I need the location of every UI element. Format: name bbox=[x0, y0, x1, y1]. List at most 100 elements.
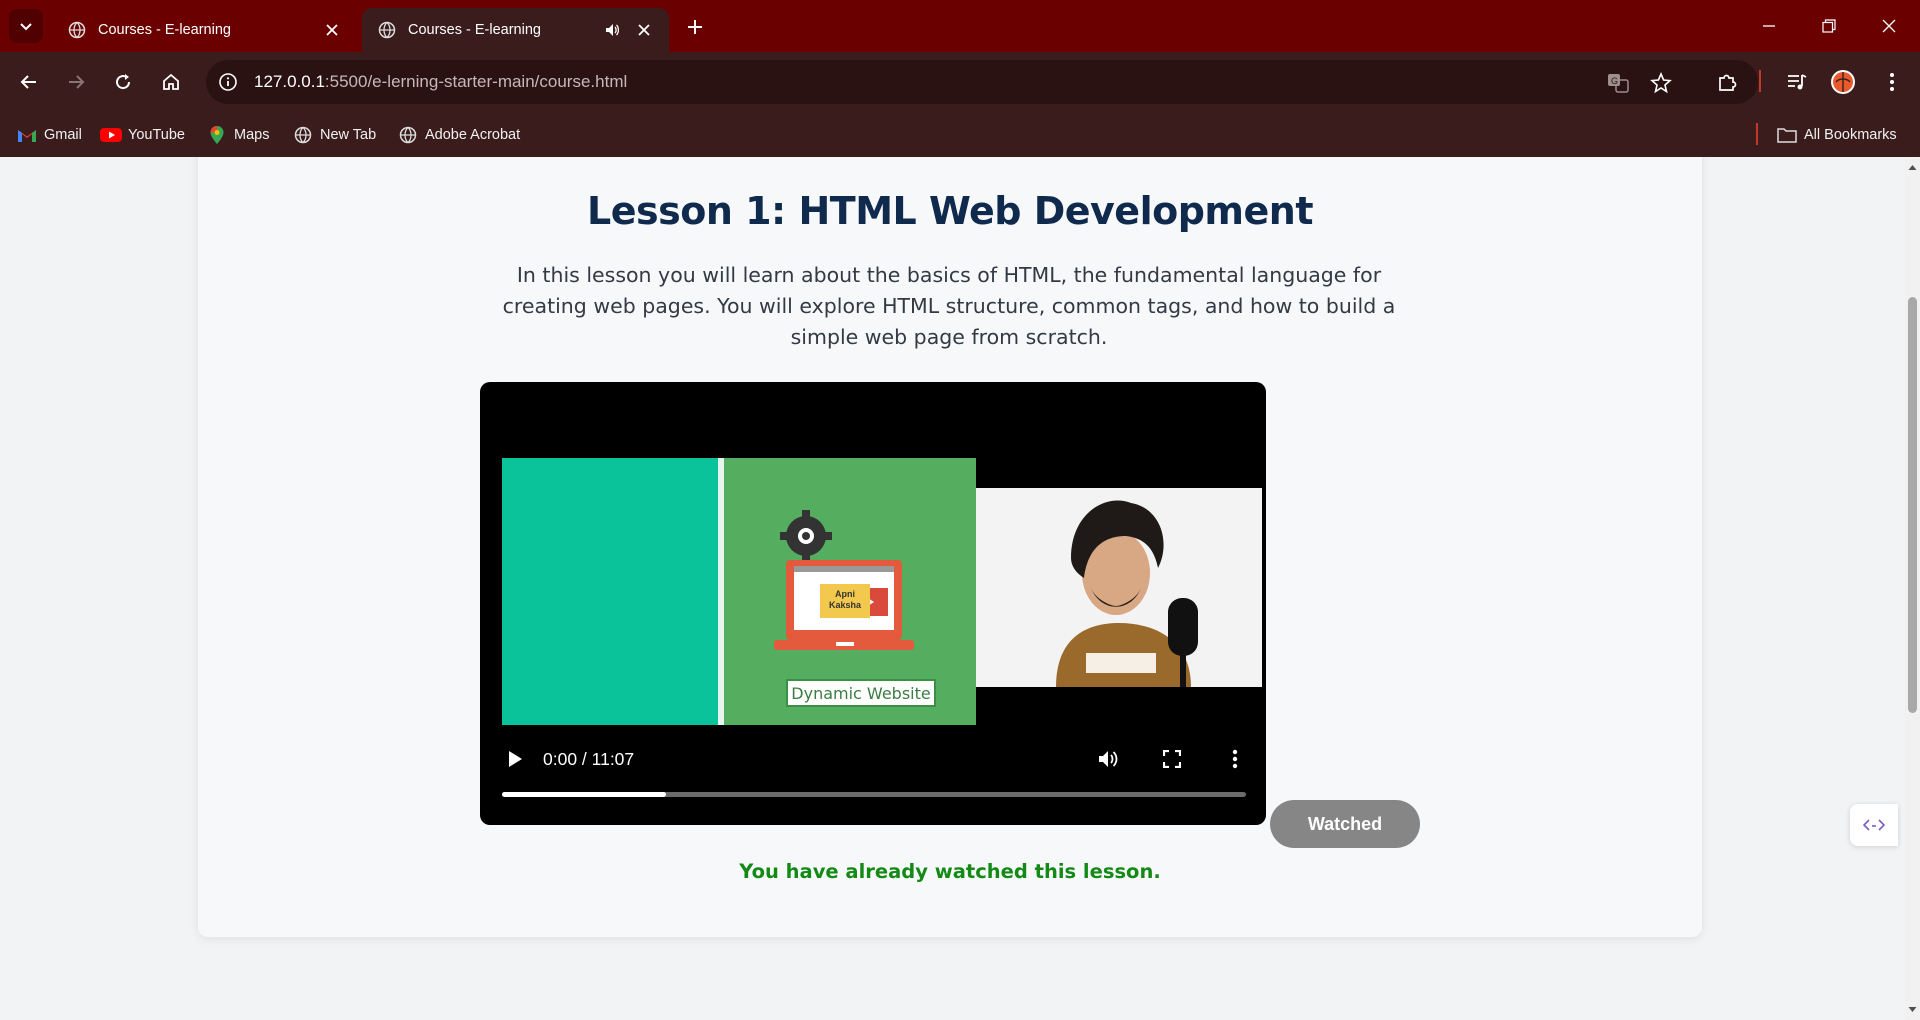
forward-button[interactable] bbox=[61, 67, 91, 97]
bookmark-label: Adobe Acrobat bbox=[425, 127, 521, 143]
reload-button[interactable] bbox=[108, 67, 138, 97]
close-icon bbox=[638, 24, 650, 36]
url-host: 127.0.0.1 bbox=[254, 72, 325, 91]
globe-icon bbox=[378, 21, 396, 39]
video-progress-bar[interactable] bbox=[502, 792, 1246, 797]
globe-icon bbox=[68, 21, 86, 39]
close-icon bbox=[326, 24, 338, 36]
fullscreen-icon bbox=[1163, 750, 1181, 768]
more-vertical-icon bbox=[1890, 73, 1894, 91]
arrow-right-icon bbox=[69, 75, 85, 89]
bookmark-new-tab[interactable]: New Tab bbox=[292, 124, 376, 146]
code-icon bbox=[1863, 819, 1885, 831]
all-bookmarks-button[interactable]: All Bookmarks bbox=[1776, 124, 1897, 146]
svg-text:G: G bbox=[1611, 76, 1618, 86]
speaker-icon bbox=[606, 24, 620, 36]
address-bar[interactable]: 127.0.0.1:5500/e-lerning-starter-main/co… bbox=[206, 60, 1758, 104]
bookmark-label: YouTube bbox=[128, 127, 185, 143]
more-vertical-icon bbox=[1232, 749, 1238, 769]
globe-icon bbox=[292, 126, 314, 144]
page-scrollbar[interactable] bbox=[1905, 157, 1920, 1020]
mute-button[interactable] bbox=[1096, 746, 1122, 772]
bookmark-star-button[interactable] bbox=[1649, 71, 1673, 95]
bookmark-maps[interactable]: Maps bbox=[206, 124, 269, 146]
reload-icon bbox=[116, 74, 131, 90]
minimize-button[interactable] bbox=[1746, 10, 1792, 42]
play-button[interactable] bbox=[502, 746, 528, 772]
tab-title: Courses - E-learning bbox=[408, 22, 541, 38]
youtube-icon bbox=[100, 126, 122, 144]
play-icon bbox=[509, 751, 522, 767]
bookmark-youtube[interactable]: YouTube bbox=[100, 124, 185, 146]
star-icon bbox=[1650, 72, 1672, 94]
lesson-video-player[interactable]: Apni Kaksha Dynamic Website 0:00 / 11:07 bbox=[480, 382, 1266, 825]
close-icon bbox=[1882, 19, 1896, 33]
plus-icon bbox=[688, 20, 702, 34]
volume-icon bbox=[1099, 751, 1118, 767]
chevron-down-icon bbox=[20, 23, 32, 31]
video-buffered-fill bbox=[502, 792, 666, 797]
new-tab-button[interactable] bbox=[680, 12, 710, 42]
tab-search-button[interactable] bbox=[9, 9, 43, 43]
scrollbar-thumb[interactable] bbox=[1908, 297, 1917, 713]
translate-icon: G bbox=[1608, 74, 1629, 93]
bookmark-label: Gmail bbox=[44, 127, 82, 143]
home-icon bbox=[163, 73, 179, 90]
side-extension-widget[interactable] bbox=[1850, 804, 1898, 846]
extensions-button[interactable] bbox=[1712, 67, 1742, 97]
video-time: 0:00 / 11:07 bbox=[543, 749, 635, 769]
translate-button[interactable]: G bbox=[1606, 71, 1630, 95]
thumbnail-badge: Apni Kaksha bbox=[820, 584, 870, 618]
bookmarks-bar: Gmail YouTube Maps New Tab Adobe Acrobat… bbox=[0, 112, 1920, 157]
video-frame-divider bbox=[718, 458, 724, 725]
arrow-left-icon bbox=[20, 75, 36, 89]
restore-button[interactable] bbox=[1806, 10, 1852, 42]
bookmark-label: New Tab bbox=[320, 127, 377, 143]
video-controls: 0:00 / 11:07 bbox=[480, 725, 1266, 825]
video-frame-presenter bbox=[976, 488, 1262, 687]
minimize-icon bbox=[1763, 25, 1775, 27]
bookmark-gmail[interactable]: Gmail bbox=[16, 124, 82, 146]
tab-courses-2[interactable]: Courses - E-learning bbox=[362, 8, 669, 52]
all-bookmarks-label: All Bookmarks bbox=[1804, 127, 1897, 143]
close-window-button[interactable] bbox=[1866, 10, 1912, 42]
tab-title: Courses - E-learning bbox=[98, 22, 231, 38]
bookmark-adobe-acrobat[interactable]: Adobe Acrobat bbox=[397, 124, 520, 146]
tab-close-button[interactable] bbox=[633, 19, 655, 41]
fullscreen-button[interactable] bbox=[1159, 746, 1185, 772]
scroll-down-arrow-icon[interactable] bbox=[1908, 1005, 1917, 1014]
bookmark-label: Maps bbox=[234, 127, 270, 143]
browser-toolbar: 127.0.0.1:5500/e-lerning-starter-main/co… bbox=[0, 52, 1920, 112]
avatar bbox=[1831, 70, 1855, 94]
tab-courses-1[interactable]: Courses - E-learning bbox=[52, 8, 357, 52]
bookmarks-divider bbox=[1756, 123, 1758, 145]
maps-icon bbox=[206, 126, 228, 144]
lesson-description: In this lesson you will learn about the … bbox=[502, 263, 1396, 349]
media-control-button[interactable] bbox=[1782, 67, 1812, 97]
url-path: :5500/e-lerning-starter-main/course.html bbox=[324, 72, 628, 91]
tab-close-button[interactable] bbox=[321, 19, 343, 41]
back-button[interactable] bbox=[14, 67, 44, 97]
home-button[interactable] bbox=[156, 67, 186, 97]
tab-audio-button[interactable] bbox=[601, 19, 623, 41]
url-text: 127.0.0.1:5500/e-lerning-starter-main/co… bbox=[254, 72, 627, 92]
thumbnail-label: Dynamic Website bbox=[786, 679, 936, 707]
lesson-card: Lesson 1: HTML Web Development In this l… bbox=[198, 157, 1702, 937]
watched-message: You have already watched this lesson. bbox=[739, 860, 1161, 883]
gmail-icon bbox=[16, 126, 38, 144]
page-viewport: Lesson 1: HTML Web Development In this l… bbox=[0, 157, 1905, 1020]
info-icon[interactable] bbox=[218, 72, 238, 92]
puzzle-icon bbox=[1719, 74, 1737, 91]
toolbar-divider bbox=[1759, 70, 1761, 92]
profile-button[interactable] bbox=[1828, 67, 1858, 97]
scroll-up-arrow-icon[interactable] bbox=[1908, 163, 1917, 172]
folder-icon bbox=[1776, 126, 1798, 144]
globe-icon bbox=[397, 126, 419, 144]
browser-menu-button[interactable] bbox=[1877, 67, 1907, 97]
restore-icon bbox=[1822, 19, 1836, 33]
tab-strip: Courses - E-learning Courses - E-learnin… bbox=[0, 0, 1920, 52]
video-options-button[interactable] bbox=[1222, 746, 1248, 772]
media-queue-icon bbox=[1788, 74, 1807, 90]
lesson-title: Lesson 1: HTML Web Development bbox=[587, 189, 1314, 233]
watched-button[interactable]: Watched bbox=[1270, 800, 1420, 848]
